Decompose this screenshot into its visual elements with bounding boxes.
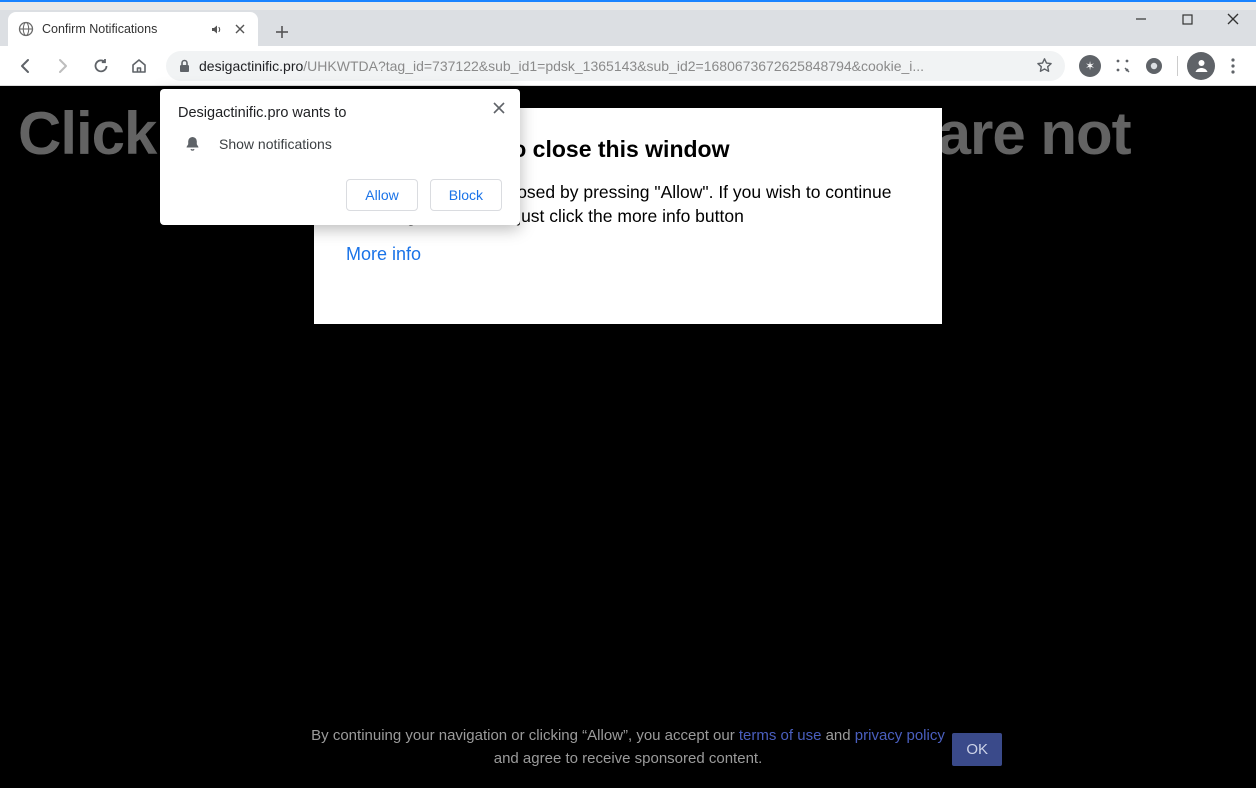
toolbar-divider: [1177, 56, 1178, 76]
block-button[interactable]: Block: [430, 179, 502, 211]
permission-close-button[interactable]: [488, 97, 510, 119]
extension-3-icon[interactable]: [1139, 51, 1169, 81]
audio-icon[interactable]: [208, 21, 224, 37]
permission-item: Show notifications: [178, 135, 502, 153]
omnibox[interactable]: desigactinific.pro/UHKWTDA?tag_id=737122…: [166, 51, 1065, 81]
terms-link[interactable]: terms of use: [739, 727, 822, 744]
footer-mid: and: [821, 727, 854, 744]
window-controls: [1118, 4, 1256, 34]
window-close-button[interactable]: [1210, 4, 1256, 34]
permission-prompt: Desigactinific.pro wants to Show notific…: [160, 89, 520, 225]
titlebar: [0, 0, 1256, 10]
maximize-button[interactable]: [1164, 4, 1210, 34]
extension-2-icon[interactable]: [1107, 51, 1137, 81]
extension-1-icon[interactable]: ✶: [1075, 51, 1105, 81]
kebab-menu-button[interactable]: [1218, 51, 1248, 81]
ok-button[interactable]: OK: [952, 733, 1002, 766]
lock-icon: [178, 59, 191, 73]
new-tab-button[interactable]: [268, 18, 296, 46]
profile-button[interactable]: [1186, 51, 1216, 81]
minimize-button[interactable]: [1118, 4, 1164, 34]
tab-close-icon[interactable]: [232, 21, 248, 37]
bookmark-star-icon[interactable]: [1036, 57, 1053, 74]
url-path: /UHKWTDA?tag_id=737122&sub_id1=pdsk_1365…: [303, 58, 924, 74]
consent-footer: By continuing your navigation or clickin…: [0, 724, 1256, 771]
forward-button[interactable]: [46, 49, 80, 83]
tab-title: Confirm Notifications: [42, 22, 200, 36]
permission-item-label: Show notifications: [219, 136, 332, 152]
tab-active[interactable]: Confirm Notifications: [8, 12, 258, 46]
toolbar: desigactinific.pro/UHKWTDA?tag_id=737122…: [0, 46, 1256, 86]
url-text: desigactinific.pro/UHKWTDA?tag_id=737122…: [199, 58, 1028, 74]
footer-pre: By continuing your navigation or clickin…: [311, 727, 739, 744]
extensions-area: ✶: [1075, 51, 1248, 81]
back-button[interactable]: [8, 49, 42, 83]
bell-icon: [184, 135, 201, 153]
permission-actions: Allow Block: [178, 179, 502, 211]
url-domain: desigactinific.pro: [199, 58, 303, 74]
allow-button[interactable]: Allow: [346, 179, 417, 211]
tabstrip: Confirm Notifications: [0, 10, 1256, 46]
more-info-link[interactable]: More info: [346, 244, 421, 264]
globe-icon: [18, 21, 34, 37]
footer-post: and agree to receive sponsored content.: [494, 750, 763, 767]
reload-button[interactable]: [84, 49, 118, 83]
privacy-link[interactable]: privacy policy: [855, 727, 945, 744]
page-content: Click "Allow" to confirm that you are no…: [0, 86, 1256, 788]
permission-title: Desigactinific.pro wants to: [178, 105, 502, 121]
home-button[interactable]: [122, 49, 156, 83]
